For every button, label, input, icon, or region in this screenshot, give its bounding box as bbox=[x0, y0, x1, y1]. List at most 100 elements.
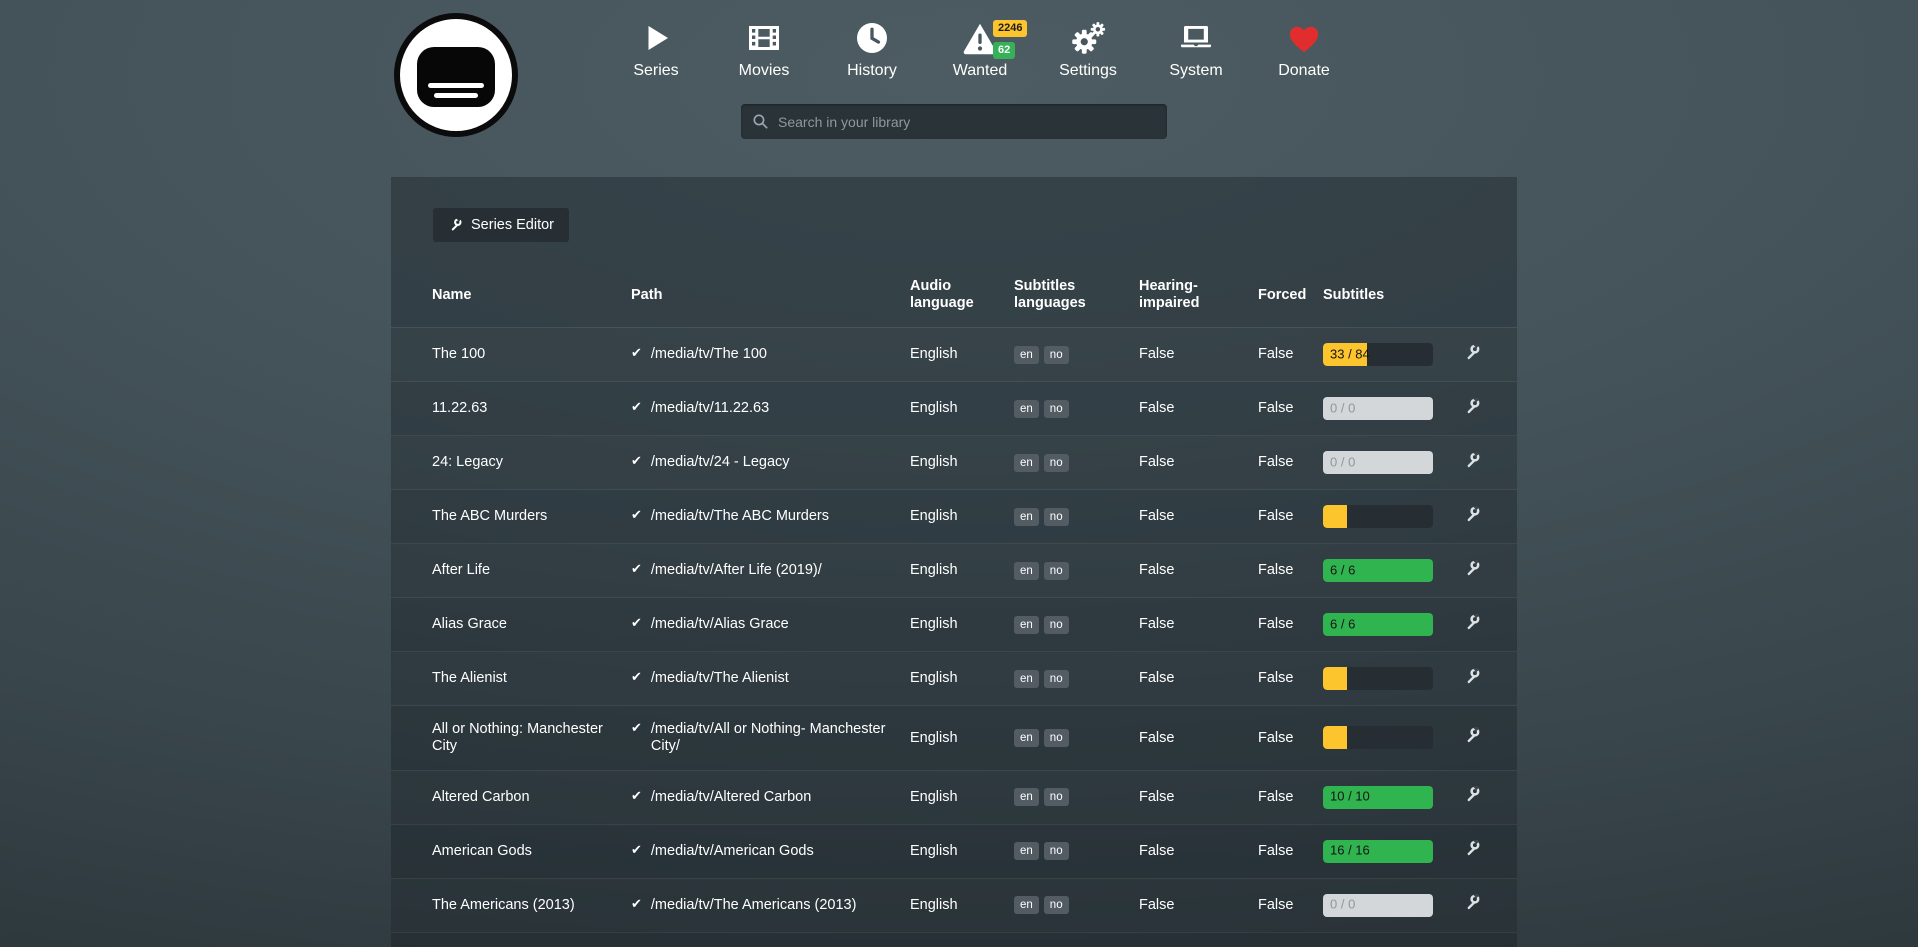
audio-language-value: English bbox=[910, 824, 1014, 878]
subtitles-progress-label: 6 / 6 bbox=[1330, 563, 1355, 578]
edit-series-wrench-icon[interactable] bbox=[1463, 452, 1480, 469]
subtitles-progress-cell: 10 / 10 bbox=[1323, 770, 1463, 824]
series-name[interactable]: The Americans (2013) bbox=[391, 878, 631, 932]
actions-cell bbox=[1463, 770, 1517, 824]
subtitles-progress: 0 / 0 bbox=[1323, 397, 1433, 420]
series-name[interactable]: Altered Carbon bbox=[391, 770, 631, 824]
subtitles-languages-cell: enno bbox=[1014, 328, 1139, 382]
edit-series-wrench-icon[interactable] bbox=[1463, 614, 1480, 631]
series-name[interactable]: The ABC Murders bbox=[391, 490, 631, 544]
header-name: Name bbox=[391, 248, 631, 328]
subtitles-progress: 16 / 16 bbox=[1323, 840, 1433, 863]
actions-cell bbox=[1463, 824, 1517, 878]
series-path: /media/tv/American Gods bbox=[651, 843, 814, 860]
series-name[interactable]: The Alienist bbox=[391, 652, 631, 706]
audio-language-value: English bbox=[910, 932, 1014, 947]
series-name[interactable]: 11.22.63 bbox=[391, 382, 631, 436]
app-logo[interactable] bbox=[394, 13, 518, 137]
series-path-cell: ✔ /media/tv/After Life (2019)/ bbox=[631, 544, 910, 598]
nav-label: Settings bbox=[1034, 62, 1142, 80]
series-path-cell: ✔ /media/tv/All or Nothing- Manchester C… bbox=[631, 706, 910, 770]
actions-cell bbox=[1463, 328, 1517, 382]
series-name[interactable]: American Gods bbox=[391, 824, 631, 878]
edit-series-wrench-icon[interactable] bbox=[1463, 727, 1480, 744]
language-badge: en bbox=[1014, 788, 1039, 806]
table-row: The 100 ✔ /media/tv/The 100 English enno… bbox=[391, 328, 1517, 382]
audio-language-value: English bbox=[910, 652, 1014, 706]
language-badge: no bbox=[1044, 454, 1069, 472]
hearing-impaired-value: False bbox=[1139, 436, 1258, 490]
edit-series-wrench-icon[interactable] bbox=[1463, 344, 1480, 361]
series-name[interactable]: The 100 bbox=[391, 328, 631, 382]
series-path: /media/tv/After Life (2019)/ bbox=[651, 562, 822, 579]
check-icon: ✔ bbox=[631, 400, 642, 415]
subtitles-progress-cell bbox=[1323, 652, 1463, 706]
bazarr-app: Series Movies History 2246 62 Wanted bbox=[0, 0, 1918, 947]
main-nav: Series Movies History 2246 62 Wanted bbox=[602, 16, 1358, 80]
language-badge: en bbox=[1014, 400, 1039, 418]
play-icon bbox=[602, 16, 710, 60]
series-name[interactable]: After Life bbox=[391, 544, 631, 598]
edit-series-wrench-icon[interactable] bbox=[1463, 398, 1480, 415]
audio-language-value: English bbox=[910, 544, 1014, 598]
wanted-count-badge-2: 62 bbox=[993, 42, 1015, 59]
subtitles-progress-cell bbox=[1323, 706, 1463, 770]
subtitles-progress-label: 10 / 10 bbox=[1330, 790, 1370, 805]
check-icon: ✔ bbox=[631, 897, 642, 912]
header-audio-language: Audio language bbox=[910, 248, 1014, 328]
series-name[interactable]: Alias Grace bbox=[391, 598, 631, 652]
edit-series-wrench-icon[interactable] bbox=[1463, 560, 1480, 577]
forced-value: False bbox=[1258, 544, 1323, 598]
nav-label: Series bbox=[602, 62, 710, 80]
actions-cell bbox=[1463, 706, 1517, 770]
subtitles-languages-cell: enno bbox=[1014, 544, 1139, 598]
series-name[interactable]: 24: Legacy bbox=[391, 436, 631, 490]
nav-item-movies[interactable]: Movies bbox=[710, 16, 818, 80]
check-icon: ✔ bbox=[631, 562, 642, 577]
language-badge: no bbox=[1044, 562, 1069, 580]
edit-series-wrench-icon[interactable] bbox=[1463, 840, 1480, 857]
subtitles-progress: 33 / 84 bbox=[1323, 343, 1433, 366]
edit-series-wrench-icon[interactable] bbox=[1463, 786, 1480, 803]
subtitles-progress-label: 0 / 0 bbox=[1330, 455, 1355, 470]
nav-item-series[interactable]: Series bbox=[602, 16, 710, 80]
search-bar bbox=[741, 104, 1167, 139]
series-name[interactable]: Another Life (2019) bbox=[391, 932, 631, 947]
search-input[interactable] bbox=[778, 114, 1156, 130]
nav-item-settings[interactable]: Settings bbox=[1034, 16, 1142, 80]
audio-language-value: English bbox=[910, 436, 1014, 490]
edit-series-wrench-icon[interactable] bbox=[1463, 668, 1480, 685]
nav-item-system[interactable]: System bbox=[1142, 16, 1250, 80]
edit-series-wrench-icon[interactable] bbox=[1463, 506, 1480, 523]
subtitles-languages-cell: enno bbox=[1014, 932, 1139, 947]
edit-series-wrench-icon[interactable] bbox=[1463, 894, 1480, 911]
nav-item-history[interactable]: History bbox=[818, 16, 926, 80]
forced-value: False bbox=[1258, 382, 1323, 436]
hearing-impaired-value: False bbox=[1139, 706, 1258, 770]
hearing-impaired-value: False bbox=[1139, 652, 1258, 706]
header-subtitles: Subtitles bbox=[1323, 248, 1463, 328]
subtitles-progress-label: 33 / 84 bbox=[1330, 347, 1370, 362]
header-actions bbox=[1463, 248, 1517, 328]
table-row: Altered Carbon ✔ /media/tv/Altered Carbo… bbox=[391, 770, 1517, 824]
series-path: /media/tv/The Alienist bbox=[651, 670, 789, 687]
series-editor-button[interactable]: Series Editor bbox=[433, 208, 569, 242]
gears-icon bbox=[1034, 16, 1142, 60]
check-icon: ✔ bbox=[631, 670, 642, 685]
actions-cell bbox=[1463, 878, 1517, 932]
series-name[interactable]: All or Nothing: Manchester City bbox=[391, 706, 631, 770]
table-header-row: Name Path Audio language Subtitles langu… bbox=[391, 248, 1517, 328]
subtitles-progress-cell: 16 / 16 bbox=[1323, 824, 1463, 878]
table-row: After Life ✔ /media/tv/After Life (2019)… bbox=[391, 544, 1517, 598]
series-path-cell: ✔ /media/tv/24 - Legacy bbox=[631, 436, 910, 490]
series-path-cell: ✔ /media/tv/Another Life (2019) bbox=[631, 932, 910, 947]
forced-value: False bbox=[1258, 932, 1323, 947]
nav-item-wanted[interactable]: 2246 62 Wanted bbox=[926, 16, 1034, 80]
audio-language-value: English bbox=[910, 706, 1014, 770]
series-path: /media/tv/Alias Grace bbox=[651, 616, 789, 633]
language-badge: en bbox=[1014, 896, 1039, 914]
header-subtitles-languages: Subtitles languages bbox=[1014, 248, 1139, 328]
film-icon bbox=[710, 16, 818, 60]
language-badge: en bbox=[1014, 842, 1039, 860]
nav-item-donate[interactable]: Donate bbox=[1250, 16, 1358, 80]
